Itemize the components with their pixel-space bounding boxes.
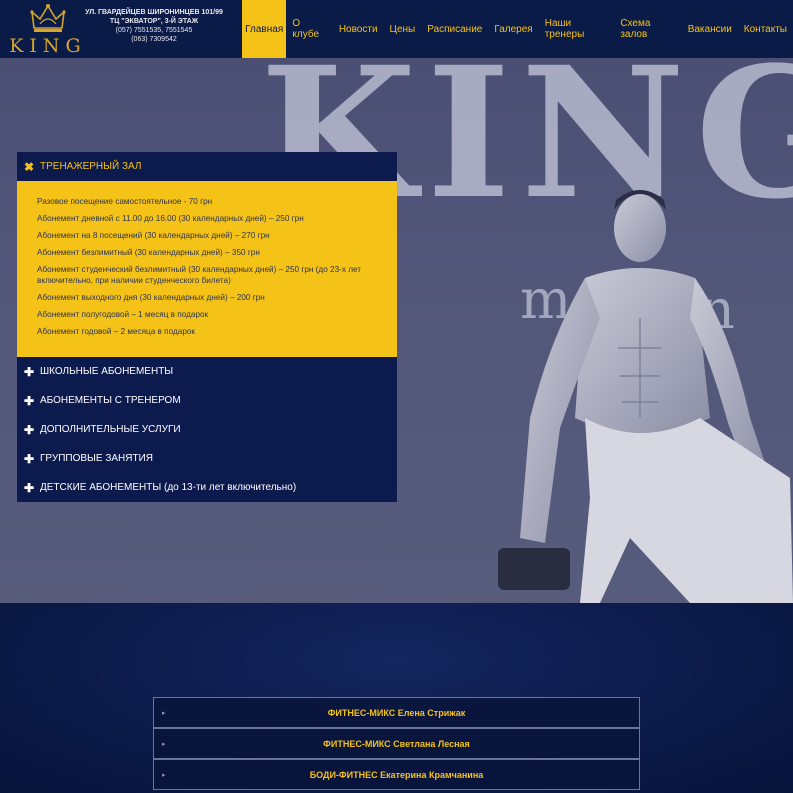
- nav-item-halls-map[interactable]: Схема залов: [614, 0, 681, 58]
- nav-item-trainers[interactable]: Наши тренеры: [539, 0, 615, 58]
- section-gym-title: ТРЕНАЖЕРНЫЙ ЗАЛ: [40, 161, 142, 172]
- trainer-name: БОДИ-ФИТНЕС Екатерина Крамчанина: [309, 769, 484, 780]
- trainer-name: ФИТНЕС-МИКС Елена Стрижак: [327, 707, 466, 718]
- plus-icon: ✚: [23, 422, 35, 437]
- section-group-header[interactable]: ✚ ГРУППОВЫЕ ЗАНЯТИЯ: [17, 444, 397, 473]
- crown-icon: [30, 4, 66, 32]
- section-trainer-header[interactable]: ✚ АБОНЕМЕНТЫ С ТРЕНЕРОМ: [17, 386, 397, 415]
- site-header: KING УЛ. ГВАРДЕЙЦЕВ ШИРОНИНЦЕВ 101/99 ТЦ…: [0, 0, 793, 58]
- section-trainer-title: АБОНЕМЕНТЫ С ТРЕНЕРОМ: [40, 395, 181, 406]
- section-extra-header[interactable]: ✚ ДОПОЛНИТЕЛЬНЫЕ УСЛУГИ: [17, 415, 397, 444]
- nav-item-home[interactable]: Главная: [242, 0, 287, 58]
- trainer-name: ФИТНЕС-МИКС Светлана Лесная: [323, 738, 470, 749]
- price-item: Абонемент на 8 посещений (30 календарных…: [37, 231, 270, 240]
- trainer-list: ▸ ФИТНЕС-МИКС Елена Стрижак ▸ ФИТНЕС-МИК…: [153, 697, 640, 790]
- section-gym-header[interactable]: ✖ ТРЕНАЖЕРНЫЙ ЗАЛ: [17, 152, 397, 181]
- plus-icon: ✚: [23, 393, 35, 408]
- price-item: Абонемент студенческий безлимитный (30 к…: [37, 265, 362, 285]
- section-school-title: ШКОЛЬНЫЕ АБОНЕМЕНТЫ: [40, 366, 174, 377]
- plus-icon: ✚: [23, 364, 35, 379]
- phone-landline[interactable]: (057) 7551535, 7551545: [84, 26, 224, 35]
- price-item: Абонемент полугодовой – 1 месяц в подаро…: [37, 310, 209, 319]
- section-gym-content: Разовое посещение самостоятельное - 70 г…: [17, 181, 397, 357]
- nav-item-prices[interactable]: Цены: [384, 0, 422, 58]
- price-item: Разовое посещение самостоятельное - 70 г…: [37, 197, 213, 206]
- plus-icon: ✚: [23, 451, 35, 466]
- nav-item-schedule[interactable]: Расписание: [421, 0, 488, 58]
- section-kids-header[interactable]: ✚ ДЕТСКИЕ АБОНЕМЕНТЫ (до 13-ти лет включ…: [17, 473, 397, 502]
- phone-mobile[interactable]: (063) 7309542: [84, 35, 224, 44]
- chevron-right-icon: ▸: [162, 709, 166, 717]
- brand-name: KING: [9, 35, 87, 57]
- price-item: Абонемент дневной с 11.00 до 16.00 (30 к…: [37, 214, 304, 223]
- trainer-row[interactable]: ▸ ФИТНЕС-МИКС Елена Стрижак: [153, 697, 640, 728]
- trainer-row[interactable]: ▸ ФИТНЕС-МИКС Светлана Лесная: [153, 728, 640, 759]
- main-nav: Главная О клубе Новости Цены Расписание …: [242, 0, 793, 58]
- address-street: УЛ. ГВАРДЕЙЦЕВ ШИРОНИНЦЕВ 101/99: [85, 9, 223, 16]
- pricing-accordion: ✖ ТРЕНАЖЕРНЫЙ ЗАЛ Разовое посещение само…: [17, 152, 397, 502]
- price-item: Абонемент годовой – 2 месяца в подарок: [37, 327, 196, 336]
- price-item: Абонемент безлимитный (30 календарных дн…: [37, 248, 260, 257]
- section-kids-title: ДЕТСКИЕ АБОНЕМЕНТЫ (до 13-ти лет включит…: [40, 482, 297, 493]
- nav-item-vacancies[interactable]: Вакансии: [682, 0, 738, 58]
- nav-item-news[interactable]: Новости: [333, 0, 384, 58]
- plus-icon: ✚: [23, 480, 35, 495]
- section-extra-title: ДОПОЛНИТЕЛЬНЫЕ УСЛУГИ: [40, 424, 181, 435]
- nav-item-contacts[interactable]: Контакты: [738, 0, 793, 58]
- athlete-photo: [498, 190, 793, 603]
- nav-item-about[interactable]: О клубе: [286, 0, 332, 58]
- club-address: УЛ. ГВАРДЕЙЦЕВ ШИРОНИНЦЕВ 101/99 ТЦ "ЭКВ…: [84, 8, 224, 44]
- chevron-right-icon: ▸: [162, 740, 166, 748]
- section-school-header[interactable]: ✚ ШКОЛЬНЫЕ АБОНЕМЕНТЫ: [17, 357, 397, 386]
- section-group-title: ГРУППОВЫЕ ЗАНЯТИЯ: [40, 453, 154, 464]
- close-icon: ✖: [23, 159, 35, 174]
- price-item: Абонемент выходного дня (30 календарных …: [37, 293, 265, 302]
- logo[interactable]: KING: [8, 2, 88, 57]
- trainer-row[interactable]: ▸ БОДИ-ФИТНЕС Екатерина Крамчанина: [153, 759, 640, 790]
- nav-item-gallery[interactable]: Галерея: [488, 0, 538, 58]
- chevron-right-icon: ▸: [162, 771, 166, 779]
- address-mall: ТЦ "ЭКВАТОР", 3-Й ЭТАЖ: [109, 18, 199, 25]
